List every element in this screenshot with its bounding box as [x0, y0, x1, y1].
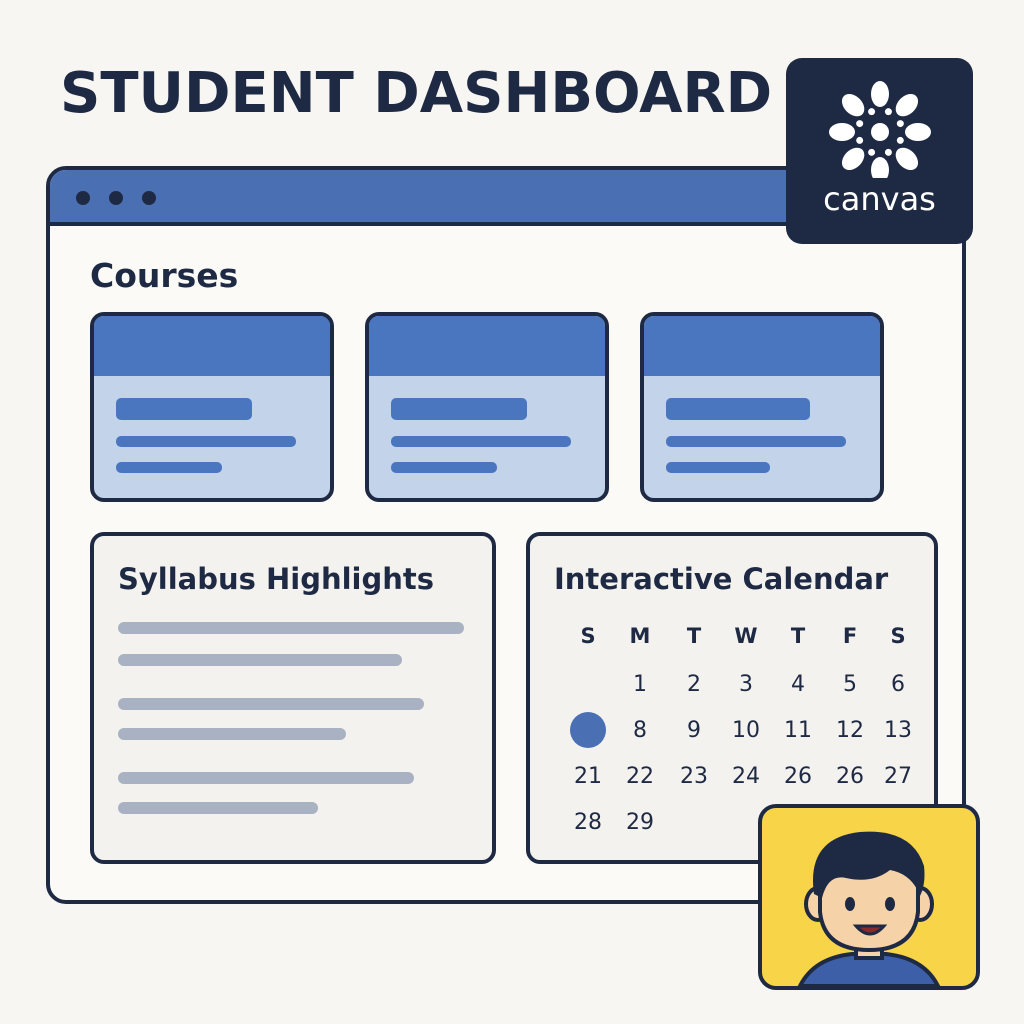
calendar-day[interactable]: 6 — [872, 664, 924, 704]
calendar-day[interactable]: 21 — [562, 756, 614, 796]
calendar-weekday: T — [686, 624, 702, 648]
syllabus-panel: Syllabus Highlights — [90, 532, 496, 864]
courses-heading: Courses — [90, 256, 239, 295]
calendar-day[interactable]: 1 — [614, 664, 666, 704]
page-title: STUDENT DASHBOARD — [60, 61, 773, 126]
calendar-day[interactable]: 2 — [668, 664, 720, 704]
calendar-weekday: T — [790, 624, 806, 648]
course-card-header — [369, 316, 605, 376]
calendar-day[interactable]: 28 — [562, 802, 614, 842]
calendar-day[interactable]: 11 — [772, 710, 824, 750]
course-text-placeholder — [666, 436, 846, 447]
calendar-selected-day[interactable] — [570, 712, 606, 748]
window-dot-icon[interactable] — [76, 191, 90, 205]
course-title-placeholder — [391, 398, 527, 420]
course-title-placeholder — [666, 398, 810, 420]
syllabus-line-placeholder — [118, 622, 464, 634]
window-dot-icon[interactable] — [142, 191, 156, 205]
canvas-logo-icon — [829, 81, 931, 178]
course-card[interactable] — [90, 312, 334, 502]
course-text-placeholder — [391, 462, 497, 473]
calendar-day[interactable]: 23 — [668, 756, 720, 796]
calendar-day[interactable]: 27 — [872, 756, 924, 796]
canvas-logo: canvas — [786, 58, 973, 244]
calendar-heading: Interactive Calendar — [554, 562, 889, 596]
course-card-header — [94, 316, 330, 376]
course-card[interactable] — [640, 312, 884, 502]
course-text-placeholder — [666, 462, 770, 473]
calendar-day[interactable]: 3 — [720, 664, 772, 704]
student-avatar-icon — [797, 831, 941, 986]
calendar-day[interactable]: 5 — [824, 664, 876, 704]
calendar-day[interactable]: 8 — [614, 710, 666, 750]
syllabus-line-placeholder — [118, 802, 318, 814]
calendar-day[interactable]: 26 — [772, 756, 824, 796]
window-dot-icon[interactable] — [109, 191, 123, 205]
app-window: Courses Syllabus Highlights Interactive … — [46, 166, 966, 904]
calendar-day[interactable]: 4 — [772, 664, 824, 704]
course-card[interactable] — [365, 312, 609, 502]
calendar-day[interactable]: 24 — [720, 756, 772, 796]
course-text-placeholder — [116, 462, 222, 473]
course-text-placeholder — [391, 436, 571, 447]
course-title-placeholder — [116, 398, 252, 420]
calendar-day[interactable]: 13 — [872, 710, 924, 750]
calendar-day[interactable]: 10 — [720, 710, 772, 750]
calendar-weekday: S — [580, 624, 596, 648]
syllabus-heading: Syllabus Highlights — [118, 562, 435, 596]
course-card-header — [644, 316, 880, 376]
syllabus-line-placeholder — [118, 654, 402, 666]
calendar-weekday: W — [734, 624, 758, 648]
calendar-weekday: S — [890, 624, 906, 648]
calendar-weekday: M — [629, 624, 651, 648]
calendar-day[interactable]: 9 — [668, 710, 720, 750]
calendar-day[interactable]: 26 — [824, 756, 876, 796]
calendar-day[interactable]: 12 — [824, 710, 876, 750]
brand-name: canvas — [823, 180, 936, 218]
course-text-placeholder — [116, 436, 296, 447]
syllabus-line-placeholder — [118, 772, 414, 784]
syllabus-line-placeholder — [118, 728, 346, 740]
calendar-day[interactable]: 29 — [614, 802, 666, 842]
user-avatar[interactable] — [758, 804, 980, 990]
syllabus-line-placeholder — [118, 698, 424, 710]
calendar-weekday: F — [842, 624, 858, 648]
calendar-day[interactable]: 22 — [614, 756, 666, 796]
